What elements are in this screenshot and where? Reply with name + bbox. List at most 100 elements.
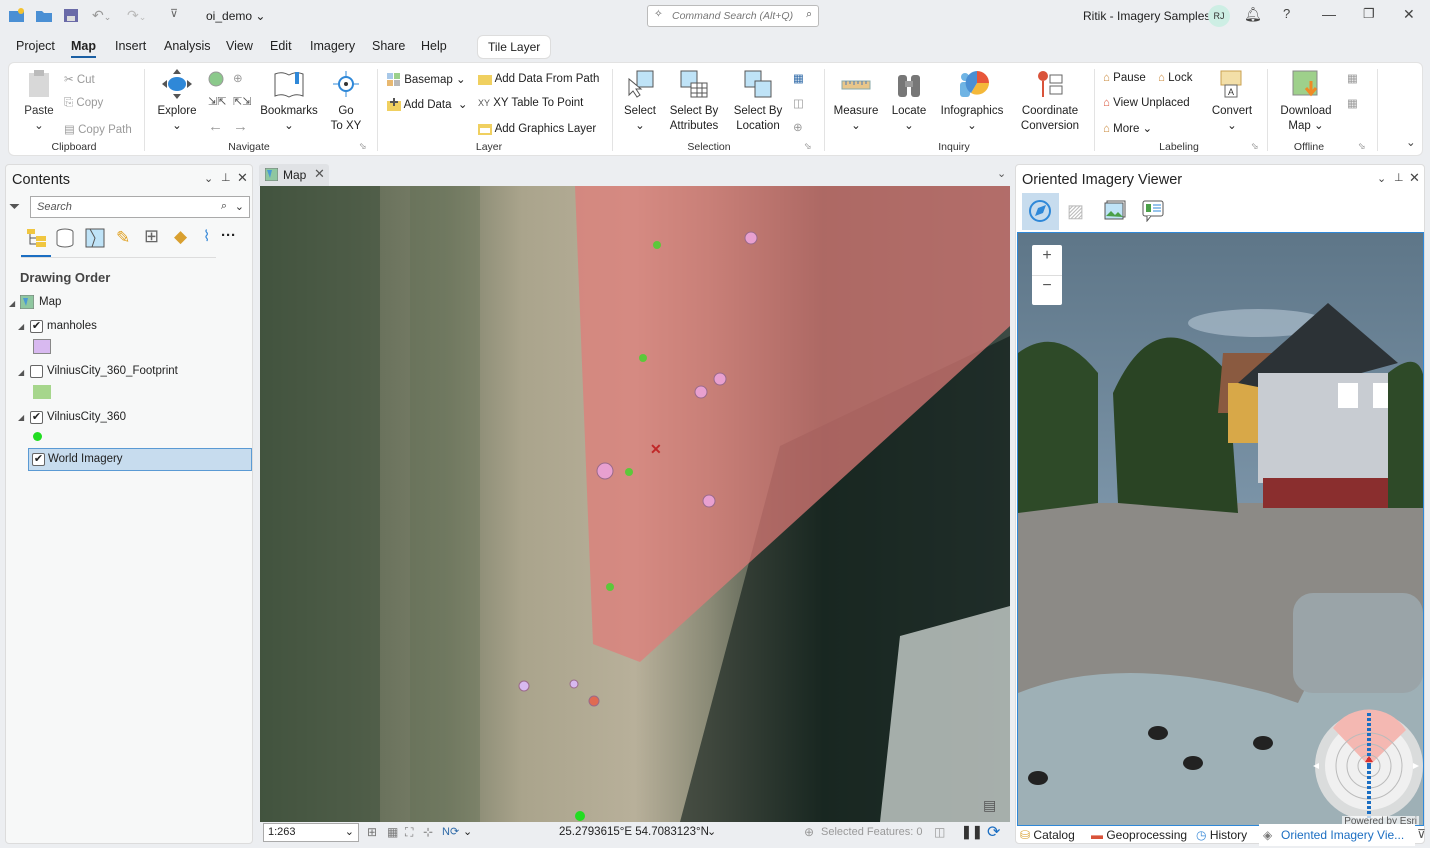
tab-map[interactable]: Map	[71, 39, 96, 58]
select-by-attributes-button[interactable]: Select By Attributes	[665, 69, 723, 134]
manhole-point[interactable]	[518, 680, 530, 692]
tab-analysis[interactable]: Analysis	[164, 39, 211, 53]
image-gallery-icon[interactable]	[1104, 200, 1126, 223]
north-arrow-icon[interactable]: N⟳	[442, 825, 459, 838]
manhole-point[interactable]	[702, 494, 716, 508]
explore-button[interactable]: Explore ⌄	[155, 69, 199, 134]
close-icon[interactable]: ✕	[1403, 6, 1415, 23]
layer-vilniuscity-360-footprint[interactable]: VilniusCity_360_Footprint	[47, 365, 178, 377]
previous-extent-icon[interactable]: ←	[208, 118, 223, 135]
contents-search-input[interactable]: Search ⌕ ⌄	[30, 196, 250, 218]
snapping-icon[interactable]: ⛶	[405, 825, 413, 840]
paste-button[interactable]: Paste ⌄	[21, 69, 57, 134]
refresh-icon[interactable]: ⟳	[987, 822, 1000, 842]
select-button[interactable]: Select ⌄	[619, 69, 661, 134]
footprint-symbol[interactable]	[33, 385, 51, 399]
more-views-icon[interactable]: ···	[221, 227, 236, 244]
command-search-input[interactable]: ✧ Command Search (Alt+Q) ⌕	[647, 5, 819, 27]
manhole-point[interactable]	[744, 231, 758, 245]
tab-imagery[interactable]: Imagery	[310, 39, 355, 53]
zoom-to-selection-icon[interactable]: ⊕	[233, 71, 243, 85]
basemap-button[interactable]: Basemap ⌄	[387, 72, 466, 87]
close-pane-icon[interactable]: ✕	[237, 170, 248, 186]
clear-selection-icon[interactable]: ◫	[793, 96, 804, 110]
fixed-zoom-out-icon[interactable]: ⇱⇲	[233, 95, 251, 108]
new-project-icon[interactable]	[8, 7, 26, 23]
coordinate-format-dropdown-icon[interactable]: ⌄	[707, 825, 716, 838]
camera-point-current[interactable]	[575, 811, 585, 821]
redo-icon[interactable]: ↷⌄	[127, 7, 146, 23]
notifications-bell-icon[interactable]: 🔔︎	[1244, 6, 1262, 23]
image-navigator-widget[interactable]	[1311, 708, 1423, 820]
image-zoom-out-button[interactable]: −	[1032, 277, 1062, 295]
collapse-ribbon-icon[interactable]: ⌄	[1406, 135, 1416, 149]
manholes-checkbox[interactable]: ✔	[30, 320, 43, 333]
restore-icon[interactable]: ❐	[1363, 6, 1375, 22]
select-by-location-button[interactable]: Select By Location	[729, 69, 787, 134]
list-by-snapping-icon[interactable]: ⊞	[144, 226, 159, 247]
list-by-perspective-icon[interactable]: ⌇	[203, 227, 210, 245]
map-tab-list-icon[interactable]: ⌄	[997, 167, 1006, 180]
map-canvas[interactable]: ✕	[260, 186, 1010, 822]
add-data-from-path-button[interactable]: Add Data From Path	[478, 72, 599, 86]
manhole-point[interactable]	[569, 679, 579, 689]
pause-drawing-icon[interactable]: ❚❚	[961, 824, 983, 840]
list-by-editing-icon[interactable]: ✎	[116, 228, 130, 248]
expand-map-icon[interactable]: ◢	[9, 299, 15, 308]
add-data-button[interactable]: Add Data ⌄	[387, 97, 468, 112]
manholes-symbol[interactable]	[33, 339, 51, 354]
pin-icon[interactable]: ⊥	[221, 171, 231, 184]
avatar[interactable]: RJ	[1208, 5, 1230, 27]
download-map-button[interactable]: Download Map ⌄	[1275, 69, 1337, 134]
go-to-xy-button[interactable]: Go To XY	[327, 69, 365, 134]
pin-icon[interactable]: ⊥	[1394, 171, 1404, 184]
coordinate-conversion-button[interactable]: Coordinate Conversion	[1015, 69, 1085, 134]
image-details-icon[interactable]	[1142, 200, 1164, 225]
camera-point[interactable]	[625, 468, 633, 476]
rotation-dropdown-icon[interactable]: ⌄	[463, 825, 472, 838]
expand-footprint-icon[interactable]: ◢	[18, 368, 24, 377]
customize-toolbar-icon[interactable]: ⊽	[170, 7, 188, 23]
fixed-zoom-in-icon[interactable]: ⇲⇱	[208, 95, 226, 108]
labeling-dialog-launcher-icon[interactable]: ⬂	[1251, 141, 1259, 152]
manhole-point[interactable]	[713, 372, 727, 386]
copy-path-button[interactable]: ▤ Copy Path	[64, 122, 132, 136]
measure-button[interactable]: Measure ⌄	[831, 69, 881, 134]
tab-catalog[interactable]: ⛁ Catalog	[1020, 828, 1075, 842]
tab-help[interactable]: Help	[421, 39, 447, 53]
next-extent-icon[interactable]: →	[233, 118, 248, 135]
tab-oriented-imagery-viewer[interactable]: ◈ Oriented Imagery Vie...	[1259, 824, 1415, 846]
save-project-icon[interactable]	[62, 7, 80, 23]
layer-world-imagery-row[interactable]: ✔ World Imagery	[28, 448, 252, 471]
zoom-to-selected-icon[interactable]: ⊕	[793, 120, 803, 134]
close-pane-icon[interactable]: ✕	[1409, 170, 1420, 186]
add-graphics-layer-button[interactable]: Add Graphics Layer	[478, 122, 596, 136]
more-labeling-button[interactable]: ⌂ More ⌄	[1103, 121, 1152, 135]
tab-geoprocessing[interactable]: ▬ Geoprocessing	[1091, 828, 1187, 842]
selection-dialog-launcher-icon[interactable]: ⬂	[804, 141, 812, 152]
pause-labeling-button[interactable]: ⌂ Pause	[1103, 72, 1146, 84]
tab-share[interactable]: Share	[372, 39, 405, 53]
list-by-drawing-order-icon[interactable]	[26, 228, 48, 251]
locate-button[interactable]: Locate ⌄	[886, 69, 932, 134]
minimize-icon[interactable]: —	[1322, 6, 1336, 22]
copy-button[interactable]: ⎘ Copy	[64, 97, 103, 110]
tab-tile-layer[interactable]: Tile Layer	[477, 35, 552, 59]
close-map-tab-icon[interactable]: ✕	[314, 166, 325, 182]
constraint-icon[interactable]: ⊹	[423, 825, 433, 839]
project-name[interactable]: oi_demo ⌄	[206, 9, 265, 23]
full-extent-icon[interactable]	[208, 71, 224, 90]
lock-labels-button[interactable]: ⌂ Lock	[1158, 72, 1192, 84]
tab-view[interactable]: View	[226, 39, 253, 53]
image-zoom-in-button[interactable]: +	[1032, 247, 1062, 265]
expand-manholes-icon[interactable]: ◢	[18, 322, 24, 331]
bookmarks-button[interactable]: Bookmarks ⌄	[259, 69, 319, 134]
footprint-checkbox[interactable]	[30, 365, 43, 378]
convert-button[interactable]: A Convert ⌄	[1209, 69, 1255, 134]
clear-selection-icon[interactable]: ◫	[934, 825, 945, 839]
layer-manholes[interactable]: manholes	[47, 320, 97, 332]
manhole-point[interactable]	[596, 462, 614, 480]
camera-point[interactable]	[653, 241, 661, 249]
tab-history[interactable]: ◷ History	[1196, 828, 1247, 842]
view-unplaced-button[interactable]: ⌂ View Unplaced	[1103, 97, 1190, 109]
